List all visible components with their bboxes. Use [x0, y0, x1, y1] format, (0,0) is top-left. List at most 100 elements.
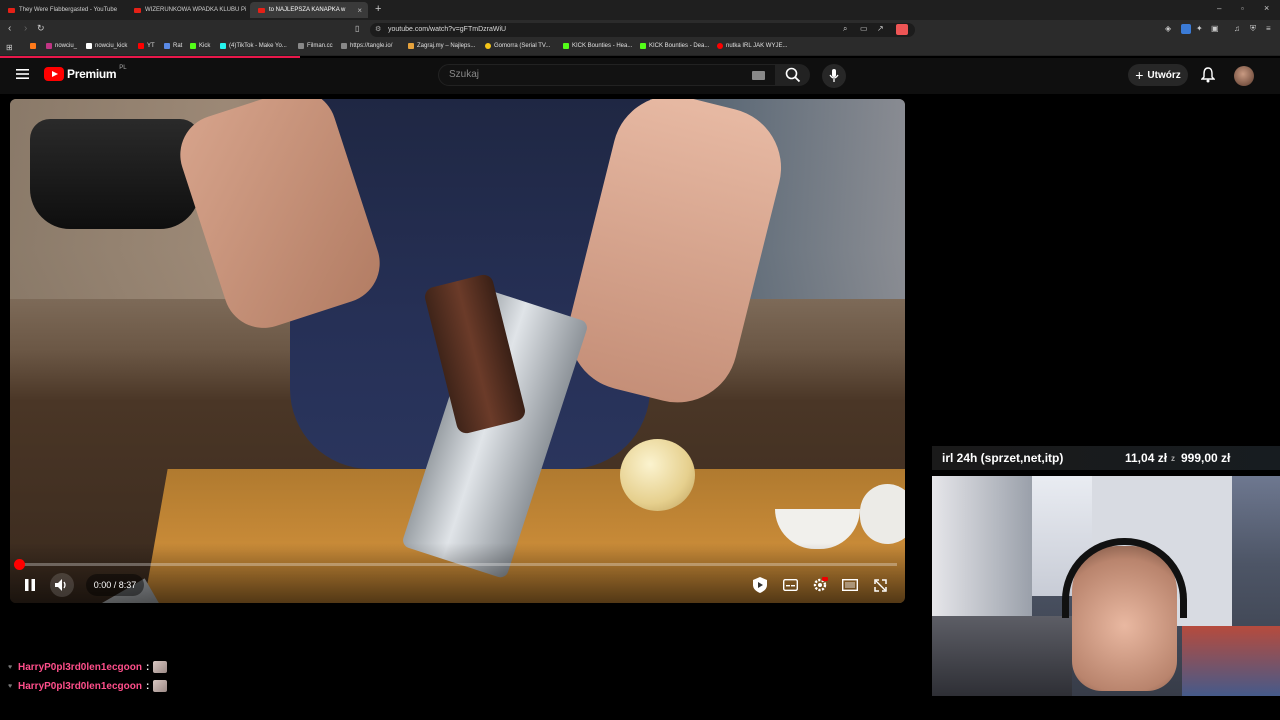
bookmark-item[interactable]: KICK Bounties - Hea... [563, 43, 632, 49]
bookmark-item[interactable]: nutka IRL JAK WYJE... [717, 43, 787, 49]
bookmark-label: KICK Bounties - Dea... [649, 43, 710, 49]
bookmark-item[interactable]: https://tangle.io/ [341, 43, 392, 49]
youtube-favicon-icon [258, 7, 265, 13]
search-button[interactable] [776, 64, 810, 86]
kick-icon [563, 43, 569, 49]
video-progress-bar[interactable] [14, 559, 897, 570]
notifications-bell-icon[interactable] [1200, 67, 1216, 88]
bookmark-icon[interactable]: ▯ [355, 24, 359, 33]
media-icon[interactable]: ♫ [1234, 24, 1240, 33]
goal-separator: z [1171, 453, 1175, 463]
bookmark-item[interactable]: Kick [190, 43, 210, 49]
extension-icon[interactable] [1181, 24, 1191, 34]
kick-icon [640, 43, 646, 49]
time-current: 0:00 [93, 580, 112, 590]
cast-icon[interactable]: ▭ [860, 24, 868, 33]
bookmark-item[interactable]: Gomorra (Serial TV... [485, 43, 550, 49]
youtube-play-icon [44, 67, 64, 81]
address-field[interactable]: ⚙ youtube.com/watch?v=gFTmDzraWiU [370, 23, 915, 37]
settings-button[interactable] [810, 575, 830, 595]
bookmarks-bar: ⊞ nowciu_ nowciu_kick YT Rat Kick (4)Tik… [0, 40, 1280, 56]
create-button[interactable]: + Utwórz [1128, 64, 1188, 86]
chat-emote-icon [153, 661, 168, 673]
extensions-puzzle-icon[interactable]: ✦ [1196, 24, 1203, 33]
fullscreen-button[interactable] [870, 575, 890, 595]
goal-label: irl 24h (sprzet,net,itp) [942, 451, 1064, 465]
autoplay-button[interactable] [750, 575, 770, 595]
video-player[interactable]: 0:00 / 8:37 [10, 99, 905, 603]
restore-icon[interactable]: ▫ [1241, 4, 1244, 13]
kick-icon [190, 43, 196, 49]
bookmark-item[interactable] [30, 43, 39, 49]
browser-toolbar: ‹ › ↻ ▯ ⚙ youtube.com/watch?v=gFTmDzraWi… [0, 20, 1280, 40]
youtube-favicon-icon [134, 7, 141, 13]
youtube-icon [717, 43, 723, 49]
bookmark-item[interactable]: nowciu_kick [86, 43, 127, 49]
bookmark-label: Kick [199, 43, 211, 49]
subtitles-icon [782, 579, 798, 591]
time-total: 8:37 [118, 580, 137, 590]
theater-mode-button[interactable] [840, 575, 860, 595]
chat-emote-icon [153, 680, 168, 692]
shield-play-icon [753, 577, 767, 593]
browser-tab-active[interactable]: to NAJLEPSZA KANAPKA w × [250, 2, 368, 18]
folder-icon [164, 43, 170, 49]
bookmark-label: nowciu_ [55, 43, 78, 49]
share-icon[interactable]: ↗ [877, 24, 884, 33]
hamburger-menu-icon[interactable] [16, 67, 29, 85]
bookmark-label: Gomorra (Serial TV... [494, 43, 551, 49]
search-input[interactable]: Szukaj [438, 64, 776, 86]
video-frame-pot [30, 119, 200, 229]
bookmark-item[interactable]: YT [138, 43, 155, 49]
zoom-icon[interactable]: ⌕ [843, 24, 847, 34]
reload-icon[interactable]: ↻ [37, 23, 45, 34]
bookmark-item[interactable]: KICK Bounties - Dea... [640, 43, 709, 49]
menu-icon[interactable]: ≡ [1266, 24, 1271, 33]
controls-gradient [10, 543, 905, 603]
site-info-icon[interactable]: ⚙ [375, 23, 381, 37]
keyboard-icon[interactable] [752, 71, 765, 80]
extension-icon[interactable]: ◈ [1165, 24, 1171, 33]
bookmark-label: nutka IRL JAK WYJE... [726, 43, 788, 49]
extension-icon[interactable] [896, 24, 908, 35]
subtitles-button[interactable] [780, 575, 800, 595]
minimize-icon[interactable]: – [1217, 4, 1221, 13]
forward-icon[interactable]: › [24, 23, 27, 34]
bookmark-item[interactable]: (4)TikTok - Make Yo... [220, 43, 287, 49]
search-placeholder: Szukaj [449, 69, 480, 80]
x-icon [86, 43, 92, 49]
bookmark-label: https://tangle.io/ [350, 43, 393, 49]
youtube-premium-logo[interactable]: Premium PL [44, 65, 127, 81]
pause-button[interactable] [20, 575, 40, 595]
new-tab-icon[interactable]: + [375, 3, 381, 15]
voice-search-button[interactable] [822, 64, 846, 88]
youtube-icon [138, 43, 144, 49]
bookmark-item[interactable]: Rat [164, 43, 182, 49]
chat-message: ♥ HarryP0pl3rd0len1ecgoon : [8, 680, 168, 692]
close-tab-icon[interactable]: × [357, 6, 362, 15]
bookmark-item[interactable]: nowciu_ [46, 43, 77, 49]
apps-icon[interactable]: ⊞ [6, 43, 13, 52]
donation-goal-bar: irl 24h (sprzet,net,itp) 11,04 zł z 999,… [932, 446, 1280, 470]
page-icon [408, 43, 414, 49]
shield-icon[interactable]: ⛨ [1250, 24, 1256, 34]
browser-tab[interactable]: They Were Flabbergasted - YouTube [0, 2, 126, 18]
account-avatar[interactable] [1234, 66, 1254, 86]
chat-username: HarryP0pl3rd0len1ecgoon [18, 680, 142, 692]
streamer-webcam [932, 476, 1280, 696]
scrubber-handle[interactable] [14, 559, 25, 570]
chat-message: ♥ HarryP0pl3rd0len1ecgoon : [8, 661, 168, 673]
sidebar-icon[interactable]: ▣ [1211, 24, 1219, 33]
bookmark-item[interactable]: Filman.cc [298, 43, 333, 49]
volume-button[interactable] [50, 573, 74, 597]
create-label: Utwórz [1147, 69, 1181, 81]
bookmark-label: KICK Bounties - Hea... [572, 43, 633, 49]
logo-text: Premium [67, 67, 117, 81]
close-window-icon[interactable]: × [1264, 3, 1269, 13]
instagram-icon [46, 43, 52, 49]
bookmark-item[interactable]: Zagraj.my – Najleps... [408, 43, 475, 49]
bookmark-label: Rat [173, 43, 183, 49]
browser-tab[interactable]: WIZERUNKOWA WPADKA KLUBU Pi [126, 2, 250, 18]
back-icon[interactable]: ‹ [8, 23, 11, 34]
chat-heart-icon: ♥ [8, 683, 13, 690]
